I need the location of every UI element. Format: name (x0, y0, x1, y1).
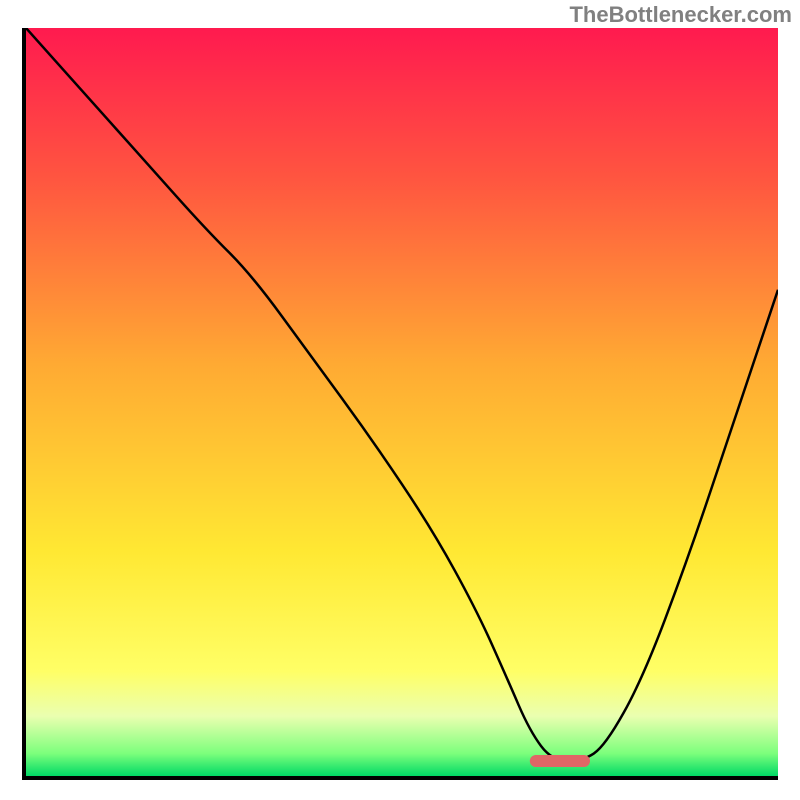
chart-svg (26, 28, 778, 776)
plot-area (22, 28, 778, 780)
gradient-background (26, 28, 778, 776)
watermark-text: TheBottlenecker.com (569, 2, 792, 28)
highlight-marker (530, 755, 590, 767)
